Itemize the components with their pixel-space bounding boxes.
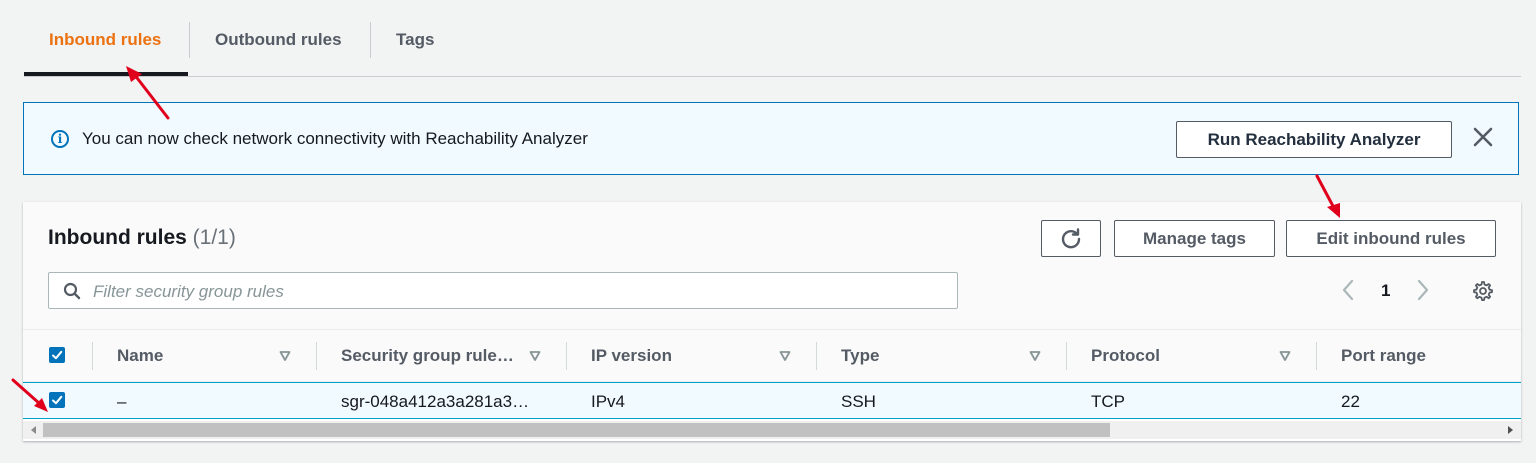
panel-header: Inbound rules (1/1) Manage tags Edit inb… [23, 202, 1521, 329]
cell-type: SSH [841, 392, 876, 411]
gear-icon[interactable] [1473, 281, 1493, 301]
cell-ip-version: IPv4 [591, 392, 626, 411]
run-reachability-analyzer-button[interactable]: Run Reachability Analyzer [1176, 121, 1452, 158]
tab-outbound-rules[interactable]: Outbound rules [215, 0, 342, 76]
refresh-icon [1061, 228, 1081, 249]
cell-security-group-rule-id: sgr-048a412a3a281a3… [341, 392, 530, 411]
filter-input[interactable] [91, 277, 945, 306]
cell-name: – [117, 392, 127, 411]
column-header-type[interactable]: Type [841, 330, 879, 383]
close-icon[interactable] [1471, 125, 1495, 149]
search-icon [63, 282, 81, 300]
edit-inbound-rules-button[interactable]: Edit inbound rules [1286, 220, 1496, 257]
horizontal-scrollbar[interactable] [23, 421, 1521, 439]
sort-icon[interactable] [1279, 350, 1291, 362]
scroll-right-arrow-icon[interactable] [1508, 426, 1513, 434]
manage-tags-button[interactable]: Manage tags [1114, 220, 1275, 257]
tab-bar: Inbound rules Outbound rules Tags [24, 0, 1521, 77]
tab-divider [370, 22, 371, 58]
chevron-right-icon[interactable] [1416, 278, 1430, 302]
banner-message: You can now check network connectivity w… [82, 129, 588, 148]
active-tab-indicator [24, 72, 188, 76]
scrollbar-thumb[interactable] [43, 423, 1110, 437]
filter-field[interactable] [48, 272, 958, 309]
column-header-ip-version[interactable]: IP version [591, 330, 672, 383]
column-header-port-range[interactable]: Port range [1341, 330, 1426, 383]
cell-port-range: 22 [1341, 392, 1360, 411]
column-header-protocol[interactable]: Protocol [1091, 330, 1160, 383]
column-divider [566, 342, 567, 370]
panel-title: Inbound rules (1/1) [48, 226, 236, 250]
table-row[interactable]: – sgr-048a412a3a281a3… IPv4 SSH TCP 22 [23, 382, 1521, 419]
tab-tags[interactable]: Tags [396, 0, 434, 76]
column-divider [92, 342, 93, 370]
info-icon: i [51, 130, 69, 148]
refresh-button[interactable] [1041, 220, 1101, 257]
column-divider [816, 342, 817, 370]
checkmark-icon [52, 395, 63, 405]
sort-icon[interactable] [279, 350, 291, 362]
column-header-name[interactable]: Name [117, 330, 163, 383]
sort-icon[interactable] [779, 350, 791, 362]
sort-icon[interactable] [1029, 350, 1041, 362]
column-divider [1316, 342, 1317, 370]
sort-icon[interactable] [529, 350, 541, 362]
panel-title-text: Inbound rules [48, 226, 187, 249]
scroll-left-arrow-icon[interactable] [31, 426, 36, 434]
info-banner: i You can now check network connectivity… [23, 102, 1519, 175]
tab-inbound-rules[interactable]: Inbound rules [49, 0, 161, 76]
column-divider [1066, 342, 1067, 370]
column-divider [316, 342, 317, 370]
checkmark-icon [52, 350, 63, 360]
inbound-rules-panel: Inbound rules (1/1) Manage tags Edit inb… [23, 202, 1521, 441]
rule-count: (1/1) [192, 226, 236, 249]
tab-divider [189, 22, 190, 58]
select-all-checkbox[interactable] [49, 347, 65, 363]
cell-protocol: TCP [1091, 392, 1125, 411]
column-header-security-group-rule[interactable]: Security group rule… [341, 330, 514, 383]
table-header: Name Security group rule… IP version Typ… [23, 329, 1521, 382]
chevron-left-icon[interactable] [1341, 278, 1355, 302]
row-checkbox[interactable] [49, 392, 65, 408]
current-page-number[interactable]: 1 [1381, 281, 1390, 301]
